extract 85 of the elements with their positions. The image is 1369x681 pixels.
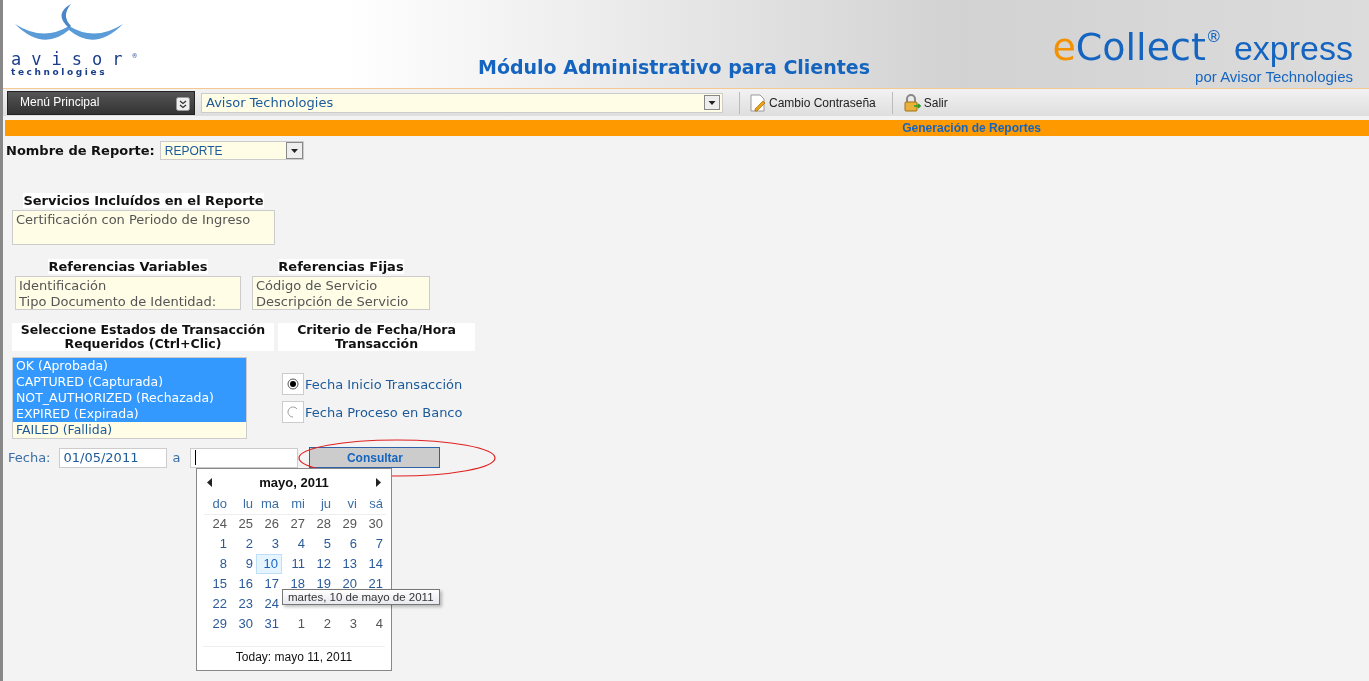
calendar-day[interactable]: 24 xyxy=(204,514,230,534)
radio-button[interactable] xyxy=(287,378,299,390)
references-heading: Referencias Variables xyxy=(48,259,208,274)
calendar-day[interactable]: 3 xyxy=(334,614,360,634)
main-menu-button[interactable]: Menú Principal xyxy=(7,90,195,115)
calendar-day[interactable]: 29 xyxy=(334,514,360,534)
weekday-label: ju xyxy=(308,494,334,515)
states-heading: Seleccione Estados de Transacción Requeridos (Ctrl+Clic) xyxy=(12,323,274,351)
calendar-day[interactable]: 28 xyxy=(308,514,334,534)
calendar-day[interactable]: 26 xyxy=(256,514,282,534)
calendar-day[interactable]: 3 xyxy=(256,534,282,554)
references-list[interactable]: Identificación Tipo Documento de Identidad: xyxy=(15,276,241,310)
today-label[interactable]: Today: mayo 11, 2011 xyxy=(203,646,385,664)
chevron-down-icon xyxy=(176,96,190,111)
list-item: Tipo Documento de Identidad: xyxy=(19,294,218,310)
services-heading: Servicios Incluídos en el Reporte xyxy=(23,193,264,208)
date-tooltip: martes, 10 de mayo de 2011 xyxy=(282,589,440,605)
report-select[interactable]: REPORTE xyxy=(159,141,304,160)
calendar-day[interactable]: 15 xyxy=(204,574,230,594)
client-select[interactable]: Avisor Technologies xyxy=(201,92,723,113)
previous-month-icon[interactable] xyxy=(207,478,213,487)
calendar-day[interactable]: 2 xyxy=(308,614,334,634)
states-listbox[interactable]: OK (Aprobada) CAPTURED (Capturada) NOT_AUTHORIZED (Rechazada) EXPIRED (Expirada) FAILED (Fallida) xyxy=(12,357,247,439)
calendar-day[interactable]: 17 xyxy=(256,574,282,594)
services-list[interactable]: Certificación con Periodo de Ingreso xyxy=(12,210,275,245)
calendar-day[interactable]: 8 xyxy=(204,554,230,574)
calendar-day[interactable]: 1 xyxy=(204,534,230,554)
list-item: Identificación xyxy=(19,278,108,294)
padlock-icon xyxy=(902,93,921,112)
references-heading: Referencias Fijas xyxy=(278,259,404,274)
calendar-day[interactable]: 14 xyxy=(360,554,386,574)
radio-button[interactable] xyxy=(287,406,299,418)
weekday-label: vi xyxy=(334,494,360,515)
date-criteria-heading: Criterio de Fecha/Hora Transacción xyxy=(278,323,475,351)
calendar-day[interactable]: 22 xyxy=(204,594,230,614)
page-title: Módulo Administrativo para Clientes xyxy=(478,56,871,78)
calendar-day[interactable]: 1 xyxy=(282,614,308,634)
calendar-day[interactable]: 23 xyxy=(230,594,256,614)
calendar-day[interactable]: 11 xyxy=(282,554,308,574)
brand-wordmark: eCollect$^{®}$ express xyxy=(1052,24,1353,68)
logo-tagline: technologies xyxy=(11,66,108,78)
list-item: Descripción de Servicio xyxy=(256,294,410,310)
calendar-day[interactable]: 24 xyxy=(256,594,282,614)
calendar-day[interactable]: 4 xyxy=(282,534,308,554)
calendar-day[interactable]: 31 xyxy=(256,614,282,634)
report-name-label: Nombre de Reporte: xyxy=(6,143,155,158)
from-date-field[interactable]: 01/05/2011 xyxy=(58,447,167,468)
calendar-day[interactable]: 30 xyxy=(230,614,256,634)
weekday-label: lu xyxy=(230,494,256,515)
radio-label[interactable]: Fecha Inicio Transacción xyxy=(305,376,463,392)
calendar-day[interactable]: 2 xyxy=(230,534,256,554)
list-item: Certificación con Periodo de Ingreso xyxy=(16,212,252,228)
brand-tagline: por Avisor Technologies xyxy=(1195,68,1353,85)
weekday-label: do xyxy=(204,494,230,515)
logout-button[interactable]: Salir xyxy=(902,93,948,112)
change-password-button[interactable]: Cambio Contraseña xyxy=(750,93,876,112)
range-separator: a xyxy=(172,450,181,465)
section-title: Generación de Reportes xyxy=(902,121,1041,135)
document-pencil-icon xyxy=(750,93,766,112)
calendar-day[interactable]: 9 xyxy=(230,554,256,574)
calendar-day[interactable]: 10 xyxy=(256,554,282,574)
calendar-day[interactable]: 7 xyxy=(360,534,386,554)
calendar-day[interactable]: 25 xyxy=(230,514,256,534)
calendar-day[interactable]: 6 xyxy=(334,534,360,554)
month-title: mayo, 2011 xyxy=(259,475,329,490)
to-date-field[interactable] xyxy=(190,447,299,468)
calendar-day[interactable]: 13 xyxy=(334,554,360,574)
date-label: Fecha: xyxy=(8,450,51,465)
references-list[interactable]: Código de Servicio Descripción de Servicio xyxy=(252,276,430,310)
calendar-day[interactable]: 5 xyxy=(308,534,334,554)
weekday-label: ma xyxy=(256,494,282,515)
calendar-day[interactable]: 30 xyxy=(360,514,386,534)
calendar-day[interactable]: 4 xyxy=(360,614,386,634)
list-item: Código de Servicio xyxy=(256,278,379,294)
calendar-day[interactable]: 29 xyxy=(204,614,230,634)
logo-wordmark: avisor$^{®}$ xyxy=(11,48,137,67)
state-option[interactable]: FAILED (Fallida) xyxy=(13,422,246,438)
weekday-label: mi xyxy=(282,494,308,515)
next-month-icon[interactable] xyxy=(375,478,381,487)
consultar-button[interactable]: Consultar xyxy=(309,447,441,468)
calendar-day[interactable]: 12 xyxy=(308,554,334,574)
weekday-label: sá xyxy=(360,494,386,515)
calendar-day[interactable]: 16 xyxy=(230,574,256,594)
calendar-day[interactable]: 27 xyxy=(282,514,308,534)
radio-label[interactable]: Fecha Proceso en Banco xyxy=(305,404,463,420)
